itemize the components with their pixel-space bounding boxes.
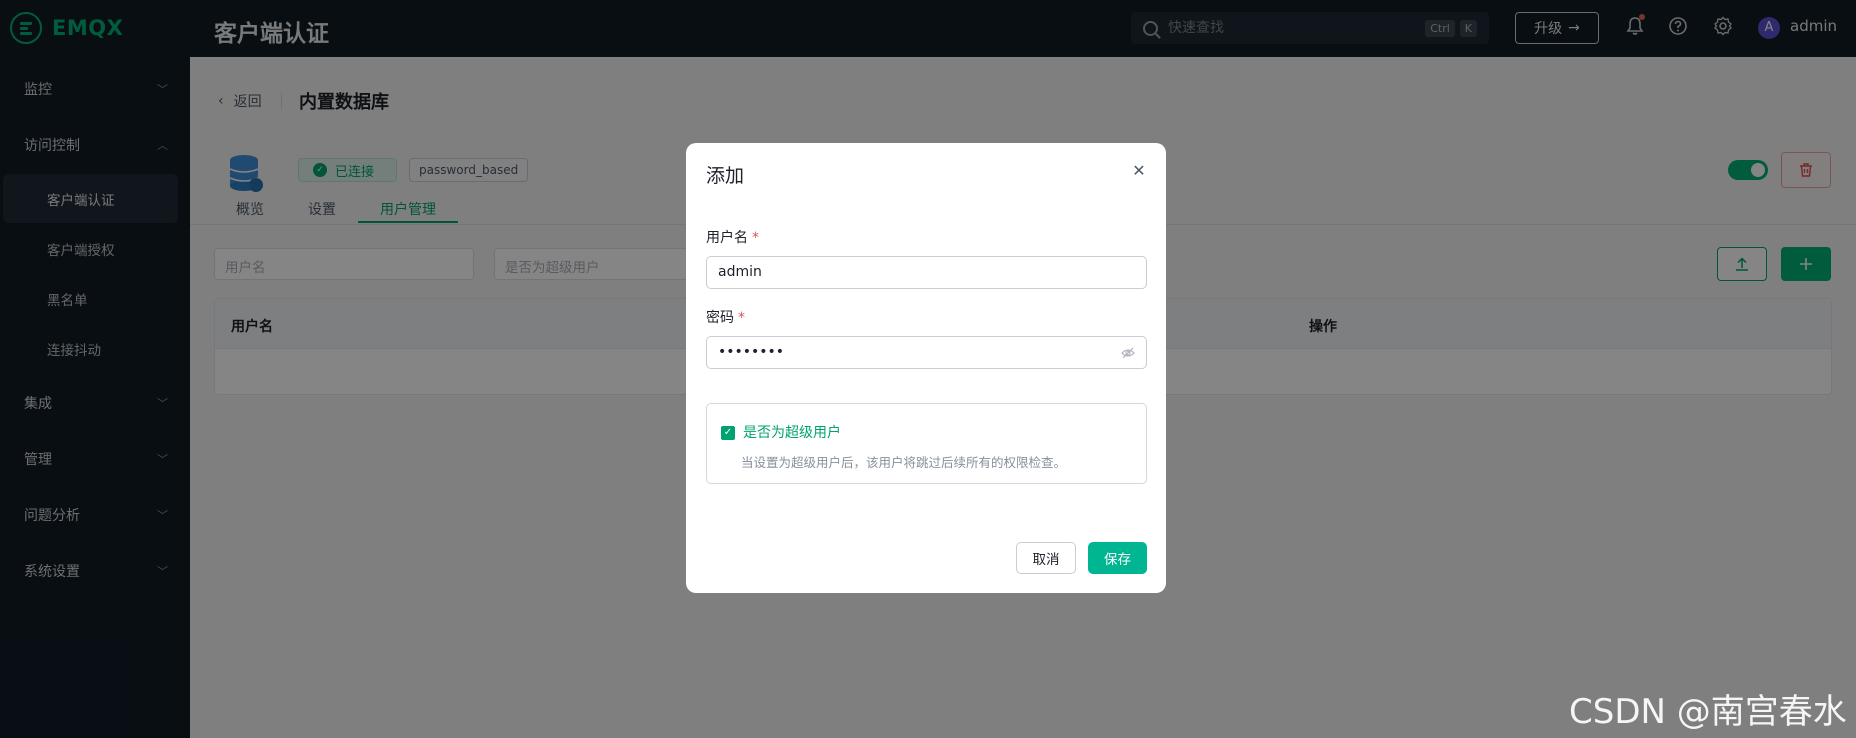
password-value: •••••••• xyxy=(718,344,785,360)
dialog-title: 添加 xyxy=(706,165,745,187)
required-marker: * xyxy=(738,310,745,326)
eye-hidden-icon[interactable] xyxy=(1121,346,1135,360)
save-button[interactable]: 保存 xyxy=(1088,542,1147,574)
superuser-checkbox[interactable]: ✓ xyxy=(721,426,735,440)
password-field[interactable]: •••••••• xyxy=(706,336,1147,369)
username-field-label: 用户名 * xyxy=(706,227,759,247)
username-field[interactable]: admin xyxy=(706,256,1147,289)
password-label-text: 密码 xyxy=(706,310,734,326)
password-field-label: 密码 * xyxy=(706,307,745,327)
username-label-text: 用户名 xyxy=(706,230,748,246)
required-marker: * xyxy=(752,230,759,246)
watermark: CSDN @南宫春水 xyxy=(1569,692,1847,732)
add-user-dialog: 添加 ✕ 用户名 * admin 密码 * •••••••• ✓ 是否为超级用户 当… xyxy=(686,143,1166,593)
superuser-description: 当设置为超级用户后，该用户将跳过后续所有的权限检查。 xyxy=(741,455,1067,470)
close-icon[interactable]: ✕ xyxy=(1130,162,1148,180)
cancel-button[interactable]: 取消 xyxy=(1016,542,1076,574)
superuser-option: ✓ 是否为超级用户 当设置为超级用户后，该用户将跳过后续所有的权限检查。 xyxy=(706,403,1147,484)
superuser-label[interactable]: 是否为超级用户 xyxy=(743,422,841,442)
